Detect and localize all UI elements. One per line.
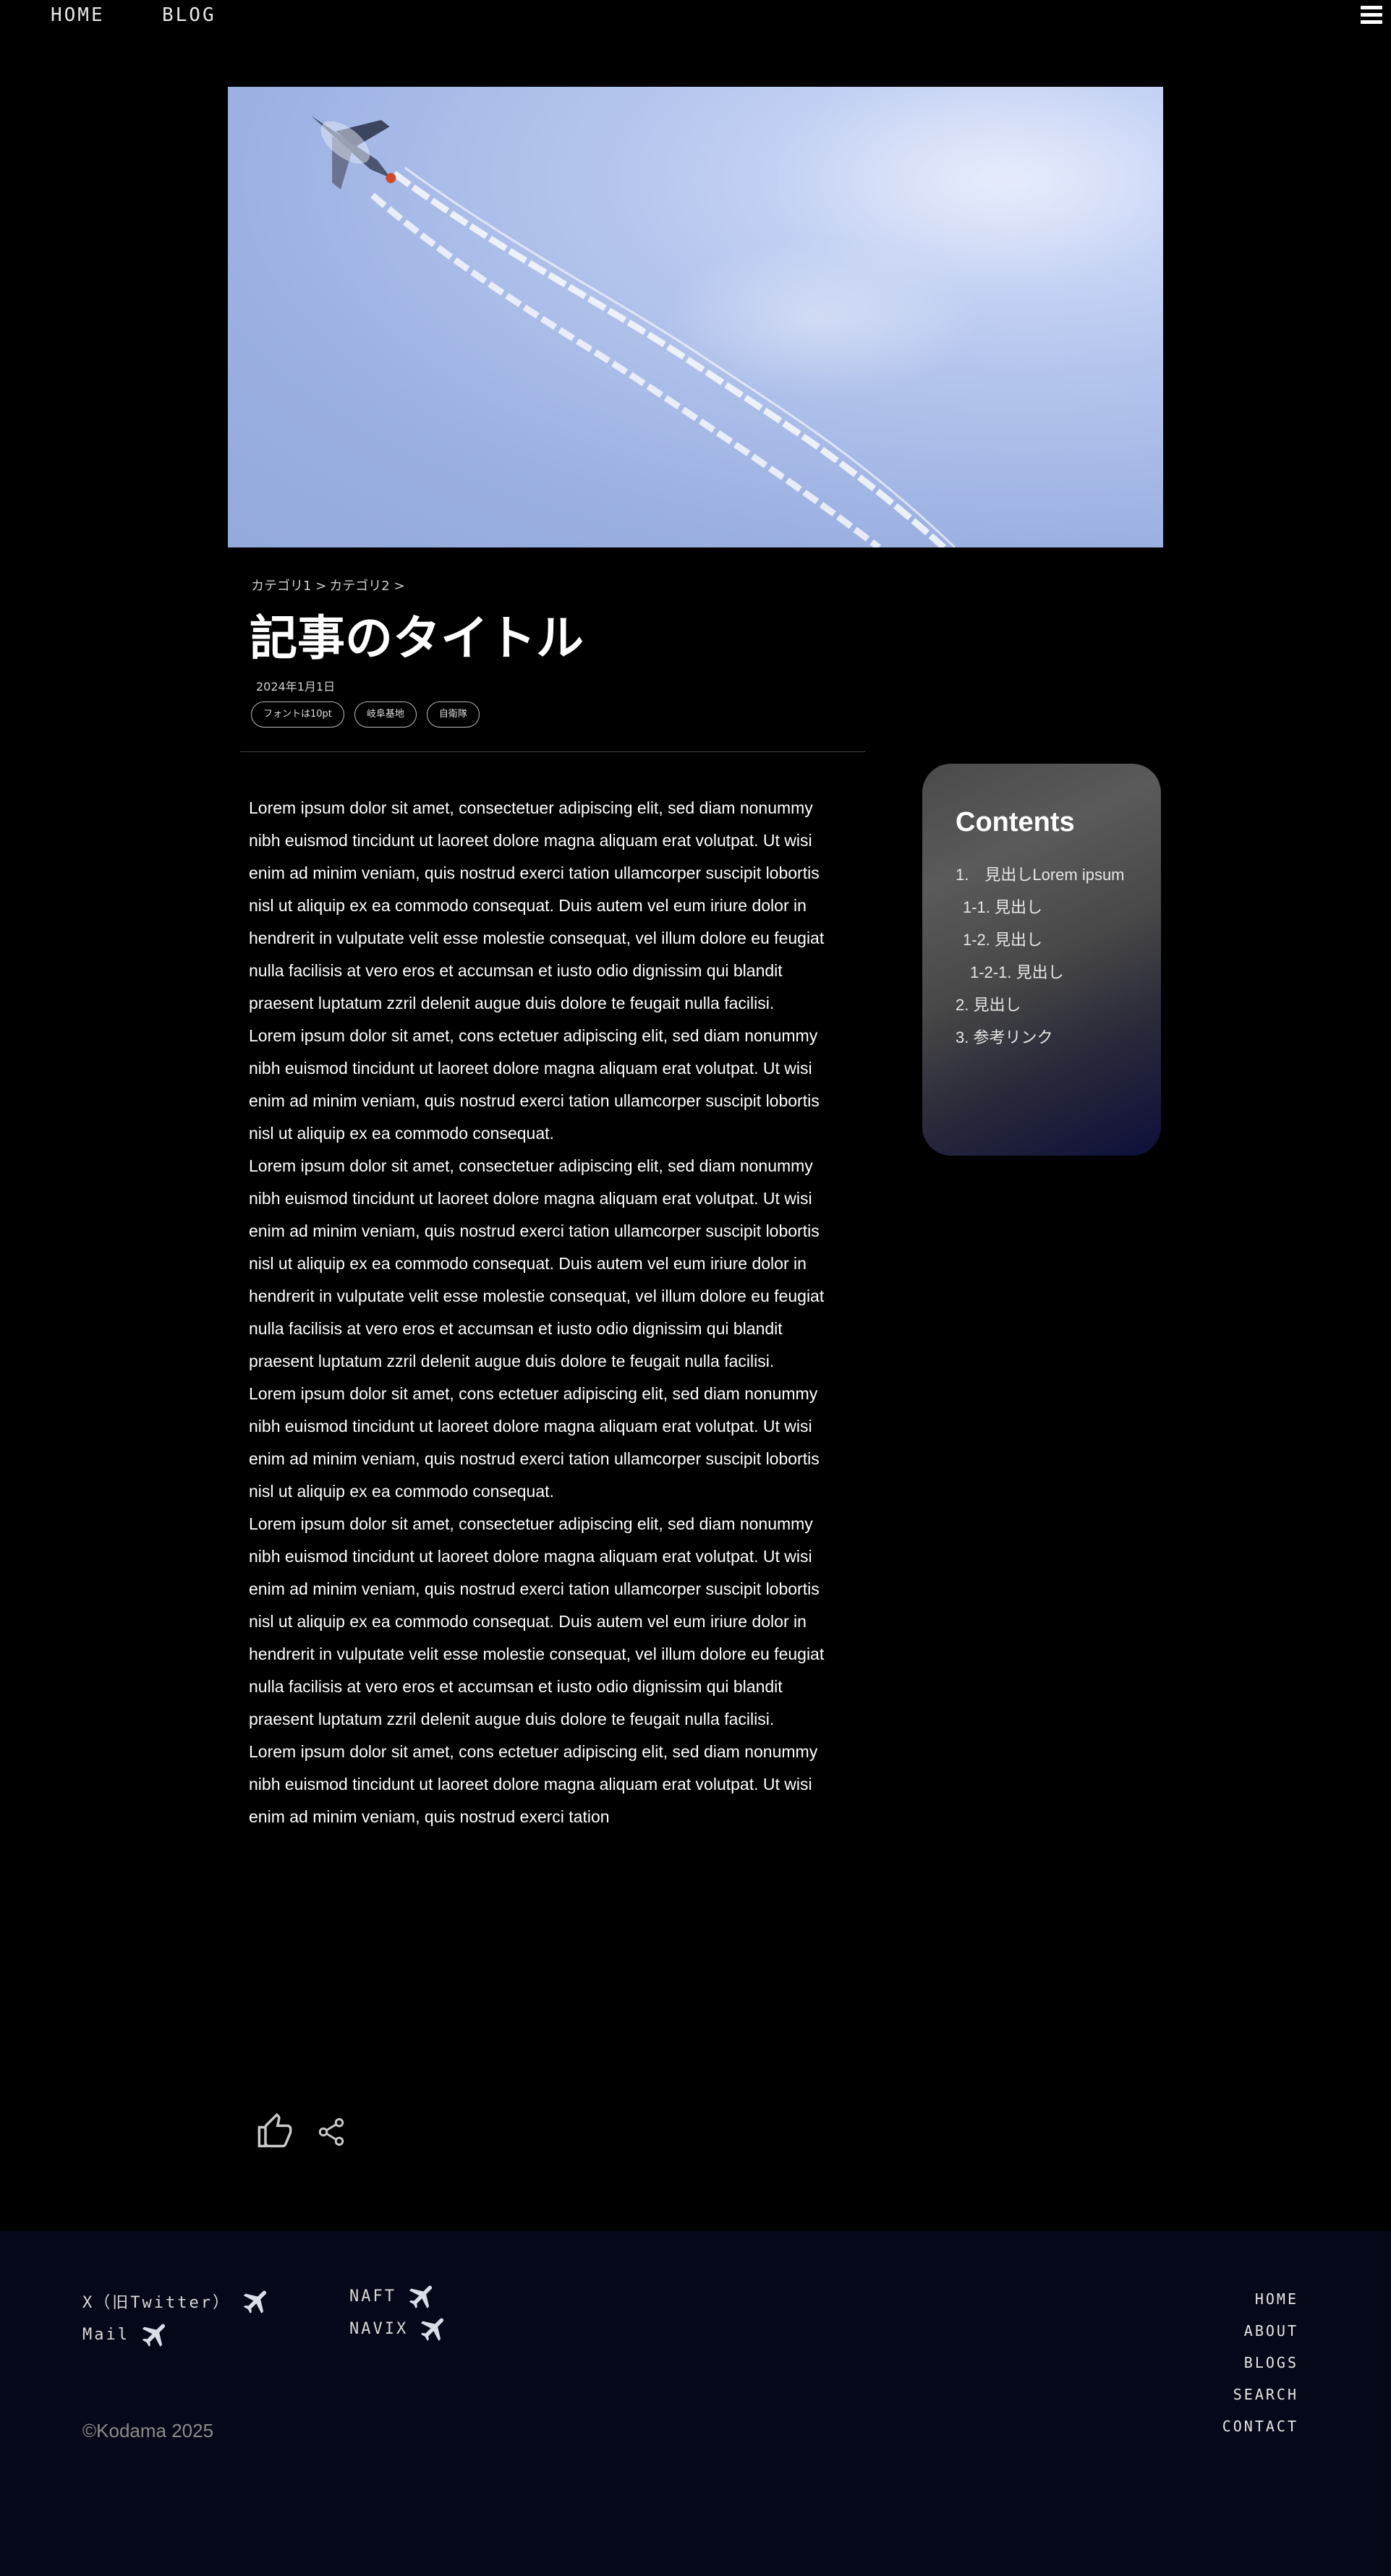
paragraph: Lorem ipsum dolor sit amet, cons ectetue… bbox=[249, 1026, 820, 1143]
toc-item[interactable]: 1-2. 見出し bbox=[956, 924, 1161, 956]
publish-date: 2024年1月1日 bbox=[256, 680, 336, 694]
breadcrumb-category-1[interactable]: カテゴリ1 > bbox=[251, 579, 326, 594]
footer-nav-contact[interactable]: CONTACT bbox=[1222, 2418, 1298, 2435]
table-of-contents: Contents 1. 見出しLorem ipsum 1-1. 見出し 1-2.… bbox=[922, 764, 1161, 1156]
airplane-icon bbox=[421, 2318, 444, 2341]
footer-link-label: NAVIX bbox=[349, 2319, 409, 2338]
airplane-icon bbox=[142, 2324, 166, 2347]
airplane-icon bbox=[243, 2290, 267, 2313]
paragraph: Lorem ipsum dolor sit amet, consectetuer… bbox=[249, 1156, 825, 1370]
nav-home-link[interactable]: HOME bbox=[51, 4, 105, 26]
tag-list: フォントは10pt 岐阜基地 自衛隊 bbox=[251, 701, 480, 728]
article-title: 記事のタイトル bbox=[250, 610, 584, 666]
footer-link-naft[interactable]: NAFT bbox=[349, 2280, 438, 2312]
toc-item[interactable]: 1-1. 見出し bbox=[956, 891, 1161, 924]
toc-item[interactable]: 1. 見出しLorem ipsum bbox=[956, 858, 1161, 891]
article-body: Lorem ipsum dolor sit amet, consectetuer… bbox=[249, 792, 843, 1833]
footer-link-mail[interactable]: Mail bbox=[82, 2319, 171, 2350]
toc-item[interactable]: 2. 見出し bbox=[956, 989, 1161, 1021]
footer-link-label: NAFT bbox=[349, 2287, 396, 2306]
footer-nav-home[interactable]: HOME bbox=[1255, 2290, 1298, 2308]
footer-link-label: X（旧Twitter） bbox=[82, 2294, 231, 2312]
copyright: ©Kodama 2025 bbox=[82, 2420, 214, 2441]
footer-nav-about[interactable]: ABOUT bbox=[1244, 2322, 1298, 2340]
breadcrumb: カテゴリ1 > カテゴリ2 > bbox=[251, 576, 408, 594]
tag-pill[interactable]: 岐阜基地 bbox=[354, 701, 417, 728]
paragraph: Lorem ipsum dolor sit amet, cons ectetue… bbox=[249, 1742, 818, 1826]
tag-pill[interactable]: フォントは10pt bbox=[251, 701, 344, 728]
footer-link-navix[interactable]: NAVIX bbox=[349, 2313, 450, 2345]
toc-item[interactable]: 1-2-1. 見出し bbox=[956, 956, 1161, 989]
toc-item[interactable]: 3. 参考リンク bbox=[956, 1021, 1161, 1054]
article-actions bbox=[256, 2113, 347, 2151]
site-footer bbox=[0, 2231, 1391, 2576]
airplane-icon bbox=[409, 2285, 433, 2308]
header-divider bbox=[240, 751, 865, 752]
paragraph: Lorem ipsum dolor sit amet, consectetuer… bbox=[249, 798, 825, 1012]
thumbs-up-icon[interactable] bbox=[256, 2113, 294, 2151]
paragraph: Lorem ipsum dolor sit amet, consectetuer… bbox=[249, 1514, 825, 1728]
paragraph: Lorem ipsum dolor sit amet, cons ectetue… bbox=[249, 1384, 820, 1501]
hamburger-icon[interactable] bbox=[1361, 6, 1382, 27]
toc-title: Contents bbox=[956, 807, 1075, 837]
nav-blog-link[interactable]: BLOG bbox=[162, 4, 216, 26]
top-nav: HOME BLOG bbox=[0, 0, 1391, 35]
footer-link-label: Mail bbox=[82, 2325, 129, 2344]
footer-link-x[interactable]: X（旧Twitter） bbox=[82, 2285, 273, 2317]
breadcrumb-category-2[interactable]: カテゴリ2 > bbox=[329, 579, 404, 594]
tag-pill[interactable]: 自衛隊 bbox=[426, 701, 480, 728]
hero-image bbox=[228, 87, 1163, 547]
footer-nav-search[interactable]: SEARCH bbox=[1233, 2386, 1298, 2403]
footer-nav-blogs[interactable]: BLOGS bbox=[1244, 2354, 1298, 2371]
share-icon[interactable] bbox=[315, 2116, 347, 2148]
